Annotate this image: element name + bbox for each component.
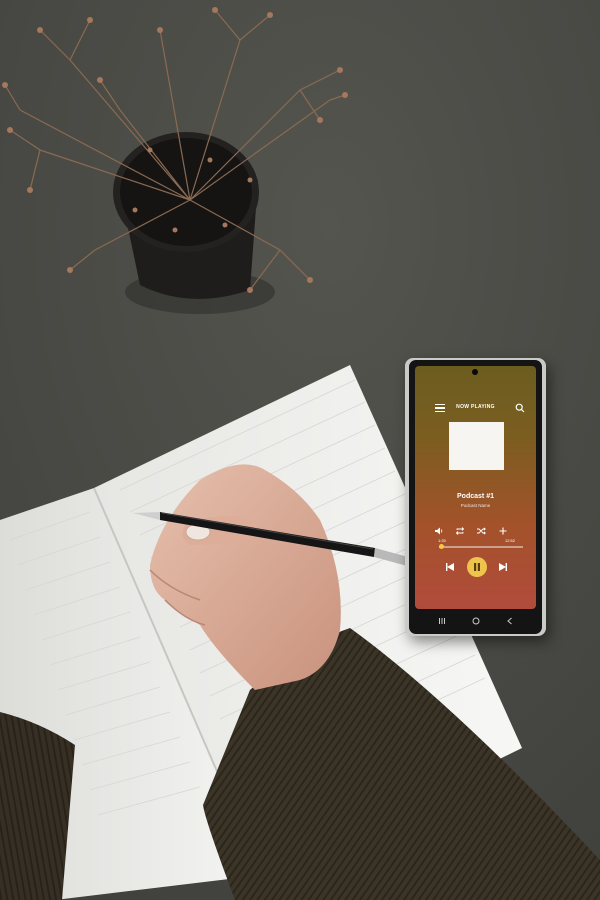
shuffle-icon[interactable] xyxy=(476,526,486,536)
repeat-icon[interactable] xyxy=(455,526,465,536)
track-subtitle: Podcast Name xyxy=(460,503,491,508)
left-sleeve xyxy=(0,712,75,900)
smartphone: NOW PLAYING Podcast #1 Podcast Name 1:25… xyxy=(405,358,546,636)
back-icon[interactable] xyxy=(505,616,515,626)
next-icon[interactable] xyxy=(498,562,508,572)
transport-controls xyxy=(415,557,536,577)
front-camera xyxy=(472,369,478,375)
secondary-controls xyxy=(415,526,536,536)
previous-icon[interactable] xyxy=(445,562,455,572)
player-topbar: NOW PLAYING xyxy=(415,402,536,416)
phone-screen: NOW PLAYING Podcast #1 Podcast Name 1:25… xyxy=(415,366,536,609)
home-icon[interactable] xyxy=(471,616,481,626)
album-artwork xyxy=(449,422,504,470)
pause-icon xyxy=(474,563,480,571)
search-icon[interactable] xyxy=(515,403,525,413)
pause-button[interactable] xyxy=(467,557,487,577)
android-navbar xyxy=(415,612,536,630)
time-total: 12:52 xyxy=(505,538,516,543)
recents-icon[interactable] xyxy=(437,616,447,626)
progress-knob[interactable] xyxy=(439,544,445,549)
progress-bar[interactable] xyxy=(439,544,523,549)
phone-body: NOW PLAYING Podcast #1 Podcast Name 1:25… xyxy=(409,360,542,634)
time-elapsed: 1:25 xyxy=(438,538,446,543)
add-icon[interactable] xyxy=(498,526,508,536)
track-title: Podcast #1 xyxy=(457,493,494,500)
volume-icon[interactable] xyxy=(434,526,444,536)
